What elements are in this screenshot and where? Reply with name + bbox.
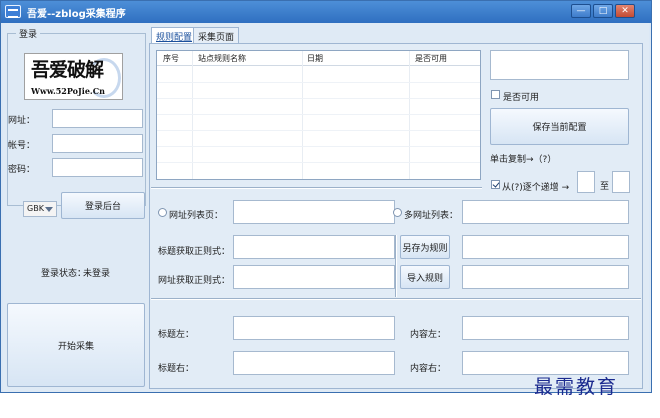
enabled-checkbox[interactable] [491,90,500,99]
separator [395,235,397,297]
row-divider [157,82,480,83]
account-label: 帐号： [8,141,36,151]
increment-label: 从(?)逐个递增 → [502,183,570,193]
column-divider [302,51,303,179]
copy-hint[interactable]: 单击复制→（?） [490,152,556,165]
logo-sub-text: Www.52PoJie.Cn [31,86,105,96]
window-title: 吾爱--zblog采集程序 [27,9,126,20]
row-divider [157,98,480,99]
row-divider [157,130,480,131]
tab-collect-page[interactable]: 采集页面 [193,27,240,44]
content-left-input[interactable] [462,316,629,340]
maximize-button[interactable]: □ [593,4,613,18]
content-right-label: 内容右： [410,364,447,374]
title-left-label: 标题左： [158,330,195,340]
logo: 吾爱破解 Www.52PoJie.Cn [24,53,123,100]
url-list-page-label: 网址列表页： [169,211,224,221]
rules-table[interactable]: 序号 站点规则名称 日期 是否可用 [156,50,481,180]
column-header-enabled[interactable]: 是否可用 [415,53,447,64]
login-status-label: 登录状态： [41,269,87,279]
app-window: 吾爱--zblog采集程序 — □ ✕ 登录 吾爱破解 Www.52PoJie.… [0,0,652,393]
multi-url-radio[interactable] [393,208,402,217]
column-divider [409,51,410,179]
start-collect-button[interactable]: 开始采集 [7,303,145,387]
login-url-input[interactable] [52,109,143,128]
title-right-label: 标题右： [158,364,195,374]
save-config-button[interactable]: 保存当前配置 [490,108,629,145]
close-button[interactable]: ✕ [615,4,635,18]
title-bar[interactable]: 吾爱--zblog采集程序 — □ ✕ [1,1,651,23]
login-group: 登录 吾爱破解 Www.52PoJie.Cn 网址： 帐号： 密码： [7,27,146,206]
save-as-rule-button[interactable]: 另存为规则 [400,235,450,259]
column-header-index[interactable]: 序号 [163,53,179,64]
row-divider [157,162,480,163]
title-left-input[interactable] [233,316,395,340]
increment-checkbox[interactable] [491,180,500,189]
watermark: 最需教育 [534,376,619,398]
rules-table-header: 序号 站点规则名称 日期 是否可用 [157,51,480,66]
save-as-input[interactable] [462,235,629,259]
separator [151,187,482,189]
title-right-input[interactable] [233,351,395,375]
login-status-value: 未登录 [83,269,111,279]
title-regex-input[interactable] [233,235,395,259]
column-divider [192,51,193,179]
login-button[interactable]: 登录后台 [61,192,145,219]
column-header-date[interactable]: 日期 [307,53,323,64]
chevron-down-icon [45,207,53,212]
rule-config-panel: 序号 站点规则名称 日期 是否可用 是否可用 保存当前配置 单击复制→（?） 从… [149,43,643,389]
url-regex-label: 网址获取正则式： [158,276,231,286]
row-divider [157,114,480,115]
content-left-label: 内容左： [410,330,447,340]
multi-url-input[interactable] [462,200,629,224]
import-input[interactable] [462,265,629,289]
account-input[interactable] [52,134,143,153]
app-icon [5,5,21,18]
password-label: 密码： [8,165,36,175]
increment-to-input[interactable] [612,171,630,193]
encoding-select[interactable]: GBK [23,201,57,217]
logo-main-text: 吾爱破解 [31,59,104,81]
login-group-title: 登录 [16,27,41,40]
encoding-value: GBK [27,204,44,213]
url-label: 网址： [8,116,36,126]
increment-from-input[interactable] [577,171,595,193]
import-rule-button[interactable]: 导入规则 [400,265,450,289]
password-input[interactable] [52,158,143,177]
column-header-name[interactable]: 站点规则名称 [198,53,246,64]
minimize-button[interactable]: — [571,4,591,18]
enabled-label: 是否可用 [503,93,540,103]
url-list-page-input[interactable] [233,200,395,224]
url-list-page-radio[interactable] [158,208,167,217]
multi-url-label: 多网址列表： [404,211,459,221]
rule-name-input[interactable] [490,50,629,80]
row-divider [157,146,480,147]
url-regex-input[interactable] [233,265,395,289]
title-regex-label: 标题获取正则式： [158,247,231,257]
separator [151,298,641,300]
to-label: 至 [600,182,610,192]
client-area: 登录 吾爱破解 Www.52PoJie.Cn 网址： 帐号： 密码： GBK 登… [3,23,649,392]
